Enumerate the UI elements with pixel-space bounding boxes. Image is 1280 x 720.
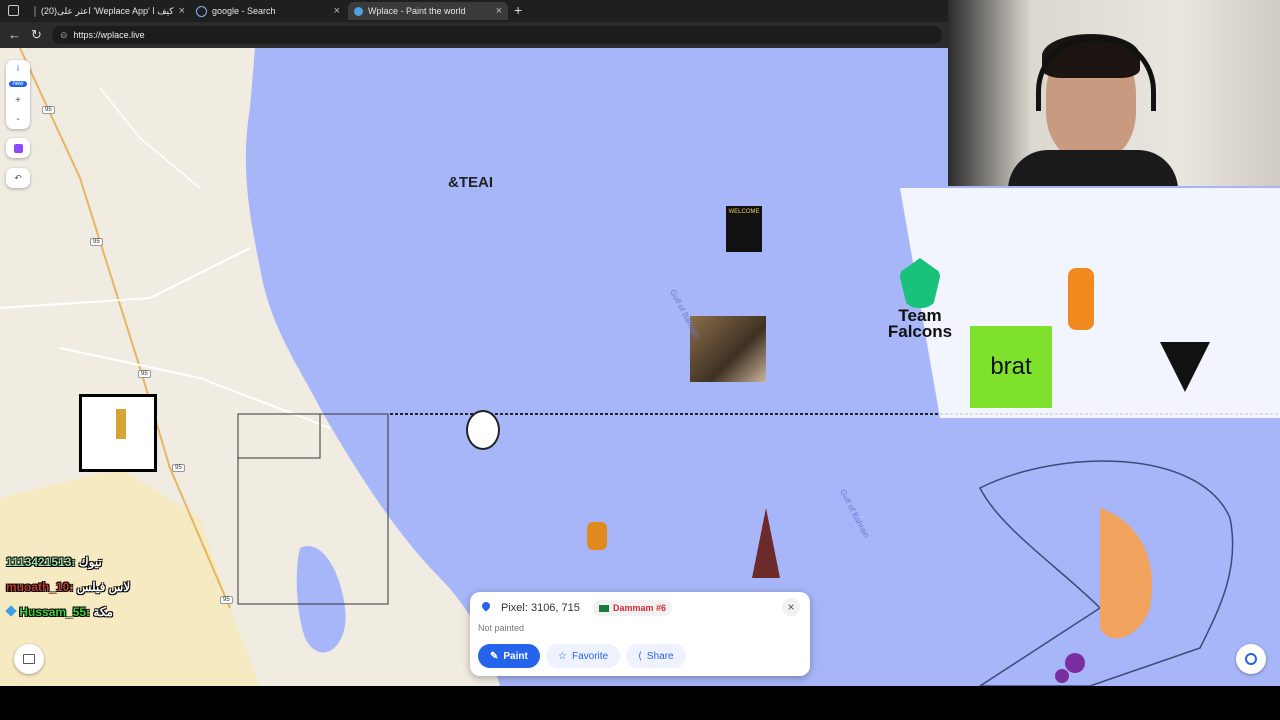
twitch-icon	[13, 143, 23, 153]
chat-user: muoath_10:	[6, 580, 74, 594]
region-badge[interactable]: Dammam #6	[593, 600, 673, 616]
map-toolbar: i new + -	[6, 60, 30, 129]
star-icon: ☆	[558, 650, 567, 662]
grid-template-pixel-art	[79, 394, 157, 472]
welcome-pixel-art: WELCOME	[726, 206, 762, 252]
close-icon[interactable]: ×	[334, 5, 340, 17]
pixel-info-panel: Pixel: 3106, 715 Dammam #6 × Not painted…	[470, 592, 810, 676]
chat-user: 1113421513:	[6, 555, 76, 569]
pixel-art-orange-character	[1068, 268, 1094, 330]
url-text: https://wplace.live	[73, 30, 145, 40]
chat-user: Hussam_55:	[19, 605, 91, 619]
saudi-flag-icon	[599, 604, 609, 612]
back-icon[interactable]: ←	[8, 27, 21, 42]
chat-message: muoath_10: لاس فيلس	[6, 580, 130, 594]
share-button[interactable]: ⟨ Share	[626, 644, 686, 668]
url-field[interactable]: ⊝ https://wplace.live	[52, 26, 942, 44]
pixel-art-figure	[752, 508, 780, 578]
pencil-icon: ✎	[490, 650, 499, 662]
tab-label: (20)اعثر على 'Weplace App' كيف ا	[41, 5, 174, 16]
paint-status: Not painted	[478, 623, 525, 633]
share-button-label: Share	[646, 650, 674, 662]
team-name-line-2: Falcons	[887, 322, 953, 341]
pixel-art-face	[466, 410, 500, 450]
welcome-text: WELCOME	[728, 209, 760, 215]
tab-tiktok[interactable]: (20)اعثر على 'Weplace App' كيف ا ×	[28, 2, 188, 20]
zoom-out-icon[interactable]: -	[16, 114, 19, 125]
locate-button[interactable]	[1236, 644, 1266, 674]
favorite-button-label: Favorite	[571, 650, 609, 662]
pixel-art-photo	[690, 316, 766, 382]
twitch-button[interactable]	[6, 138, 30, 158]
road-label: 95	[220, 596, 233, 604]
brat-text: brat	[990, 353, 1032, 380]
webcam-overlay	[948, 0, 1280, 186]
chat-text: لاس فيلس	[76, 580, 131, 594]
reload-icon[interactable]: ↻	[31, 27, 42, 43]
favorite-button[interactable]: ☆ Favorite	[546, 644, 621, 668]
team-falcons-logo: Team Falcons	[884, 258, 956, 340]
info-icon[interactable]: i	[17, 64, 19, 73]
locate-icon	[1245, 653, 1257, 665]
tab-google-search[interactable]: google - Search ×	[190, 2, 346, 20]
undo-button[interactable]: ↶	[6, 168, 30, 188]
road-label: 95	[90, 238, 103, 246]
chat-message: 1113421513: تيوك	[6, 555, 102, 569]
tab-label: Wplace - Paint the world	[368, 6, 466, 16]
bottom-bar	[0, 686, 1280, 720]
falcon-icon	[899, 258, 941, 308]
pixel-art-character	[587, 522, 607, 550]
brat-pixel-art: brat	[970, 326, 1052, 408]
tab-overview-icon[interactable]	[8, 5, 19, 16]
road-label: 95	[172, 464, 185, 472]
paint-button[interactable]: ✎ Paint	[478, 644, 540, 668]
chat-text: تيوك	[78, 555, 102, 569]
new-tab-button[interactable]: +	[514, 2, 522, 18]
browser-tab-bar: (20)اعثر على 'Weplace App' كيف ا × googl…	[0, 0, 948, 22]
share-icon: ⟨	[638, 650, 642, 662]
site-info-icon[interactable]: ⊝	[60, 30, 68, 41]
tab-wplace[interactable]: Wplace - Paint the world ×	[348, 2, 508, 20]
tiktok-icon	[34, 5, 36, 17]
zoom-in-icon[interactable]: +	[15, 95, 21, 106]
chat-message: Hussam_55: مكة	[5, 605, 113, 619]
streamer-shirt	[1008, 150, 1178, 186]
undo-icon: ↶	[14, 172, 22, 183]
pixel-coordinates: Pixel: 3106, 715	[501, 602, 580, 614]
canvas-text-team-tag: &TEAI	[448, 174, 493, 191]
close-icon[interactable]: ×	[179, 5, 185, 17]
address-bar: ← ↻ ⊝ https://wplace.live	[0, 22, 948, 48]
new-badge: new	[9, 81, 27, 87]
road-label: 95	[138, 370, 151, 378]
tab-label: google - Search	[212, 6, 276, 16]
layers-button[interactable]	[14, 644, 44, 674]
region-name: Dammam #6	[613, 603, 667, 613]
layers-icon	[23, 654, 35, 664]
pin-icon	[480, 600, 492, 612]
search-icon	[196, 5, 207, 17]
globe-icon	[354, 6, 363, 16]
close-button[interactable]: ×	[782, 598, 800, 616]
pixel-art-detail	[116, 409, 126, 439]
road-label: 95	[42, 106, 55, 114]
chat-text: مكة	[93, 605, 113, 619]
cube-icon	[5, 605, 17, 617]
close-icon[interactable]: ×	[496, 5, 502, 17]
paint-button-label: Paint	[503, 650, 528, 662]
